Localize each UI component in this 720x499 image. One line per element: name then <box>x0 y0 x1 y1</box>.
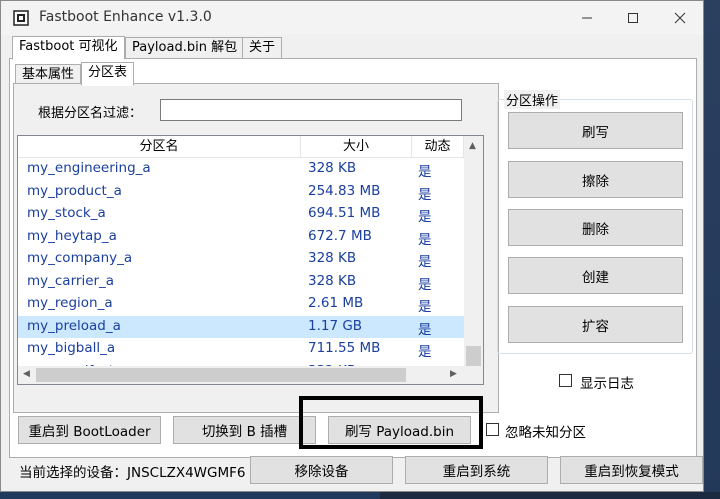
partition-dynamic-cell: 是 <box>418 299 432 315</box>
scroll-right-icon[interactable]: ▶ <box>450 369 457 379</box>
column-header-name[interactable]: 分区名 <box>18 136 301 158</box>
table-row[interactable]: my_preload_a 1.17 GB 是 <box>18 315 464 338</box>
show-log-checkbox[interactable] <box>559 374 572 387</box>
taskbar-fragment <box>380 492 720 499</box>
tab-payload[interactable]: Payload.bin 解包 <box>125 37 245 59</box>
partition-size-cell: 2.61 MB <box>308 295 364 311</box>
switch-slot-button[interactable]: 切换到 B 插槽 <box>173 416 316 444</box>
maximize-button[interactable] <box>610 1 656 35</box>
filter-input[interactable] <box>160 99 462 121</box>
tab-about[interactable]: 关于 <box>242 37 283 59</box>
delete-partition-button[interactable]: 删除 <box>508 209 683 246</box>
filter-label: 根据分区名过滤： <box>38 106 143 121</box>
tab-fastboot[interactable]: Fastboot 可视化 <box>12 36 125 60</box>
app-window: Fastboot Enhance v1.3.0 Fastboot 可视化 Pay… <box>0 0 704 492</box>
column-header-size[interactable]: 大小 <box>301 136 412 158</box>
partition-list[interactable]: 分区名 大小 动态 my_engineering_a 328 KB 是 my_prod… <box>17 135 484 385</box>
vertical-scrollbar[interactable]: ▲ ▼ <box>464 136 483 381</box>
horizontal-scrollbar[interactable]: ◀ ▶ <box>18 366 483 384</box>
partition-name-cell: my_engineering_a <box>27 160 151 176</box>
partition-name-cell: my_company_a <box>27 250 133 266</box>
minimize-icon <box>582 17 592 19</box>
partition-size-cell: 254.83 MB <box>308 182 381 199</box>
partition-size-cell: 1.17 GB <box>308 317 363 334</box>
column-header-dynamic[interactable]: 动态 <box>412 136 464 158</box>
partition-dynamic-cell: 是 <box>418 209 432 225</box>
table-row[interactable]: my_engineering_a 328 KB 是 <box>18 158 464 181</box>
maximize-icon <box>628 13 638 23</box>
reboot-bootloader-button[interactable]: 重启到 BootLoader <box>18 416 161 444</box>
table-row[interactable]: my_product_a 254.83 MB 是 <box>18 181 464 204</box>
erase-partition-button[interactable]: 擦除 <box>508 161 683 198</box>
partition-name-cell: my_heytap_a <box>27 227 117 244</box>
partition-name-cell: my_stock_a <box>27 205 106 221</box>
window-title: Fastboot Enhance v1.3.0 <box>39 9 212 25</box>
partition-size-cell: 711.55 MB <box>308 340 381 356</box>
partition-dynamic-cell: 是 <box>418 276 432 293</box>
reboot-system-button[interactable]: 重启到系统 <box>405 456 548 484</box>
partition-dynamic-cell: 是 <box>418 186 432 203</box>
resize-partition-button[interactable]: 扩容 <box>508 306 683 343</box>
partition-ops-title: 分区操作 <box>504 90 561 109</box>
create-partition-button[interactable]: 创建 <box>508 257 683 294</box>
scroll-left-icon[interactable]: ◀ <box>23 369 30 379</box>
partition-name-cell: my_product_a <box>27 182 122 199</box>
close-icon <box>674 12 686 24</box>
partition-size-cell: 328 KB <box>308 160 357 176</box>
app-icon <box>13 10 29 26</box>
ignore-unknown-label: 忽略未知分区 <box>505 425 586 441</box>
title-bar: Fastboot Enhance v1.3.0 <box>1 1 703 35</box>
table-row[interactable]: my_stock_a 694.51 MB 是 <box>18 203 464 226</box>
partition-size-cell: 328 KB <box>308 250 357 266</box>
scroll-up-icon[interactable]: ▲ <box>469 141 476 151</box>
reboot-recovery-button[interactable]: 重启到恢复模式 <box>560 456 703 484</box>
minimize-button[interactable] <box>564 1 610 35</box>
partition-size-cell: 694.51 MB <box>308 205 381 221</box>
show-log-label: 显示日志 <box>580 376 634 392</box>
partition-dynamic-cell: 是 <box>418 344 432 360</box>
table-row[interactable]: my_region_a 2.61 MB 是 <box>18 293 464 316</box>
partition-dynamic-cell: 是 <box>418 254 432 270</box>
partition-name-cell: my_preload_a <box>27 317 121 334</box>
horizontal-scroll-thumb[interactable] <box>36 368 406 382</box>
remove-device-button[interactable]: 移除设备 <box>250 456 393 484</box>
partition-dynamic-cell: 是 <box>418 231 432 248</box>
partition-dynamic-cell: 是 <box>418 164 432 180</box>
partition-name-cell: my_region_a <box>27 295 113 311</box>
table-row[interactable]: my_carrier_a 328 KB 是 <box>18 271 464 294</box>
ignore-unknown-checkbox[interactable] <box>486 423 499 436</box>
table-row[interactable]: my_company_a 328 KB 是 <box>18 248 464 271</box>
partition-size-cell: 672.7 MB <box>308 227 372 244</box>
close-button[interactable] <box>657 1 703 35</box>
tab-partition-table[interactable]: 分区表 <box>81 62 135 86</box>
flash-payload-button[interactable]: 刷写 Payload.bin <box>328 416 471 444</box>
partition-dynamic-cell: 是 <box>418 321 432 338</box>
partition-name-cell: my_carrier_a <box>27 272 115 289</box>
table-row[interactable]: my_bigball_a 711.55 MB 是 <box>18 338 464 361</box>
partition-name-cell: my_bigball_a <box>27 340 116 356</box>
partition-size-cell: 328 KB <box>308 272 357 289</box>
table-row[interactable]: my_heytap_a 672.7 MB 是 <box>18 226 464 249</box>
flash-partition-button[interactable]: 刷写 <box>508 112 683 149</box>
current-device-label: 当前选择的设备：JNSCLZX4WGMF6 <box>19 465 246 481</box>
vertical-scroll-thumb[interactable] <box>466 346 481 366</box>
